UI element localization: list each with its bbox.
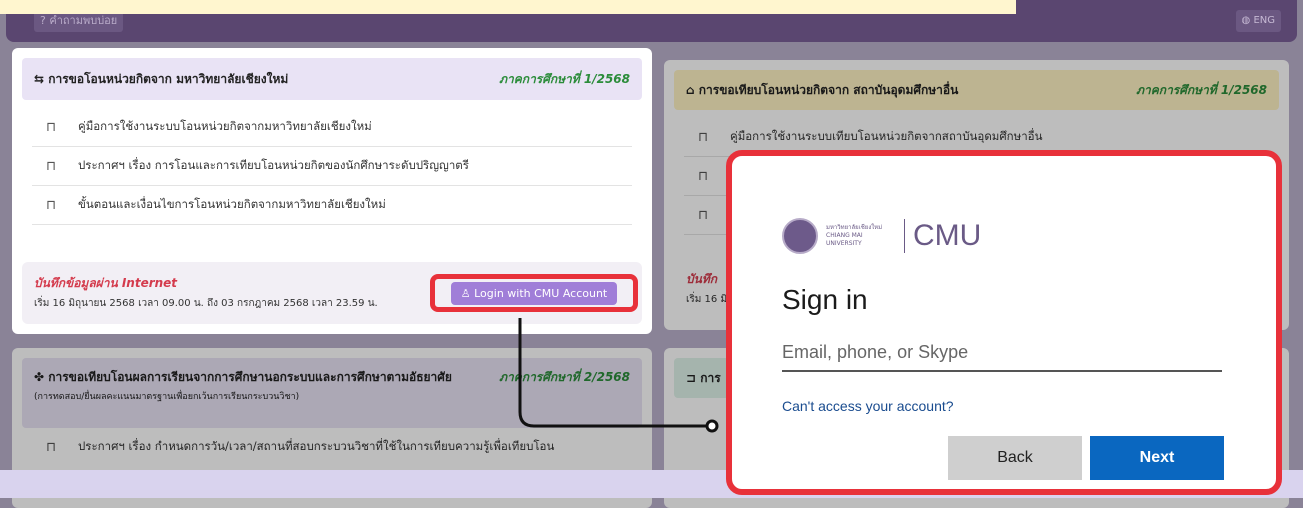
login-label: Login with CMU Account xyxy=(474,286,608,300)
list-item[interactable]: ⊓ ประกาศฯ เรื่อง การโอนและการเทียบโอนหน่ว… xyxy=(32,147,632,186)
list-item[interactable]: ⊓ คู่มือการใช้งานระบบโอนหน่วยกิตจากมหาวิท… xyxy=(32,108,632,147)
signin-heading: Sign in xyxy=(782,284,868,315)
bookmark-icon: ⊓ xyxy=(46,119,57,135)
item-text: คู่มือการใช้งานระบบโอนหน่วยกิตจากมหาวิทย… xyxy=(78,119,372,133)
item-text: ขั้นตอนและเงื่อนไขการโอนหน่วยกิตจากมหาวิ… xyxy=(78,197,386,211)
card-title: การขอเทียบโอนผลการเรียนจากการศึกษานอกระบ… xyxy=(48,370,452,384)
cmu-transfer-card: ⇆ การขอโอนหน่วยกิตจาก มหาวิทยาลัยเชียงให… xyxy=(12,48,652,334)
logo-divider xyxy=(904,219,905,253)
card-title: การขอโอนหน่วยกิตจาก มหาวิทยาลัยเชียงใหม่ xyxy=(48,71,289,86)
award-icon: ✤ xyxy=(34,370,49,384)
item-text: ประกาศฯ เรื่อง การโอนและการเทียบโอนหน่วย… xyxy=(78,158,469,172)
item-text: ประกาศฯ เรื่อง กำหนดการวัน/เวลา/สถานที่ส… xyxy=(78,439,555,453)
item-text: คู่มือการใช้งานระบบเทียบโอนหน่วยกิตจากสถ… xyxy=(730,129,1043,143)
card-footer: บันทึกข้อมูลผ่าน Internet เริ่ม 16 มิถุน… xyxy=(22,262,642,324)
footer-dates: เริ่ม 16 มิ xyxy=(686,294,728,305)
login-highlight: ♙ Login with CMU Account xyxy=(430,274,638,312)
building-icon: ⌂ xyxy=(686,82,699,97)
globe-icon: ◍ xyxy=(1241,15,1254,26)
signin-dialog: มหาวิทยาลัยเชียงใหม่ CHIANG MAI UNIVERSI… xyxy=(726,150,1282,495)
list-item[interactable]: ⊓ ขั้นตอนและเงื่อนไขการโอนหน่วยกิตจากมหาว… xyxy=(32,186,632,225)
email-input[interactable] xyxy=(782,334,1222,372)
card-subtitle: (การทดสอบ/ยื่นผลคะแนนมาตรฐานเพื่อยกเว้นก… xyxy=(34,392,300,402)
bookmark-icon: ⊓ xyxy=(698,168,709,184)
bookmark-icon: ⊓ xyxy=(46,158,57,174)
footer-title: บันทึกข้อมูลผ่าน Internet xyxy=(34,276,178,290)
bookmark-icon: ⊓ xyxy=(46,439,57,455)
card-title: การ xyxy=(700,370,721,385)
footer-title: บันทึก xyxy=(686,272,717,286)
bookmark-icon: ⊓ xyxy=(46,197,57,213)
semester-label: ภาคการศึกษาที่ 1/2568 xyxy=(1136,82,1267,97)
doc-icon: ⊐ xyxy=(686,370,701,385)
card-header: ⌂ การขอเทียบโอนหน่วยกิตจาก สถาบันอุดมศึก… xyxy=(674,70,1279,110)
footer-dates: เริ่ม 16 มิถุนายน 2568 เวลา 09.00 น. ถึง… xyxy=(34,298,378,309)
bookmark-icon: ⊓ xyxy=(698,207,709,223)
brand-text: CMU xyxy=(913,219,982,252)
user-icon: ♙ xyxy=(460,286,475,300)
card-title: การขอเทียบโอนหน่วยกิตจาก สถาบันอุดมศึกษา… xyxy=(698,82,959,97)
university-seal-icon xyxy=(782,218,818,254)
language-button[interactable]: ◍ ENG xyxy=(1235,10,1281,32)
language-label: ENG xyxy=(1253,15,1275,26)
semester-label: ภาคการศึกษาที่ 2/2568 xyxy=(499,370,630,384)
list-item[interactable]: ⊓ ประกาศฯ เรื่อง กำหนดการวัน/เวลา/สถานที่… xyxy=(32,428,632,466)
cant-access-link[interactable]: Can't access your account? xyxy=(782,398,954,414)
next-button[interactable]: Next xyxy=(1090,436,1224,480)
cmu-logo: มหาวิทยาลัยเชียงใหม่ CHIANG MAI UNIVERSI… xyxy=(782,218,981,254)
login-cmu-button[interactable]: ♙ Login with CMU Account xyxy=(450,281,618,305)
university-name: มหาวิทยาลัยเชียงใหม่ CHIANG MAI UNIVERSI… xyxy=(826,224,883,247)
semester-label: ภาคการศึกษาที่ 1/2568 xyxy=(499,71,630,86)
back-button[interactable]: Back xyxy=(948,436,1082,480)
card-header: ⇆ การขอโอนหน่วยกิตจาก มหาวิทยาลัยเชียงให… xyxy=(22,58,642,100)
bookmark-icon: ⊓ xyxy=(698,129,709,145)
callout-strip xyxy=(0,0,1016,14)
card-header: ✤ การขอเทียบโอนผลการเรียนจากการศึกษานอกร… xyxy=(22,358,642,428)
transfer-icon: ⇆ xyxy=(34,71,49,86)
